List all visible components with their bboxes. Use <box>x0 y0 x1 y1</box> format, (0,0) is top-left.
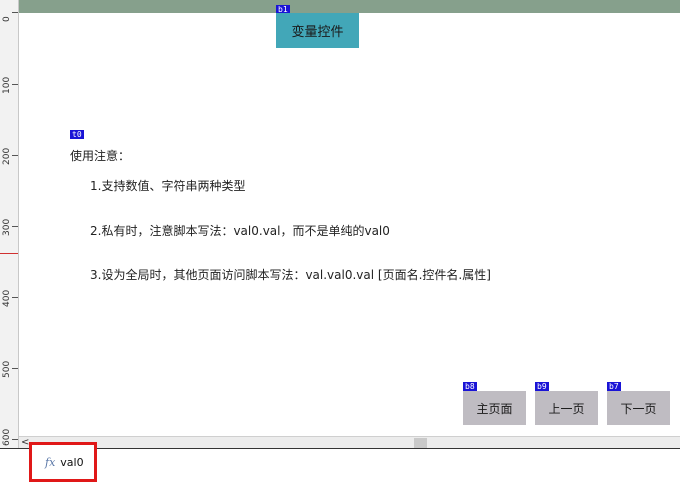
canvas-top-bar <box>19 0 680 13</box>
next-page-button[interactable]: 下一页 <box>607 391 670 425</box>
ruler-tick <box>12 439 18 440</box>
component-id-tag-t0: t0 <box>70 130 84 139</box>
ruler-label-300: 300 <box>2 218 12 236</box>
fx-icon: fx <box>45 455 56 469</box>
scrollbar-thumb[interactable] <box>414 438 427 448</box>
object-bar <box>0 448 680 483</box>
note-line-3[interactable]: 3.设为全局时，其他页面访问脚本写法：val.val0.val [页面名.控件名… <box>90 266 491 283</box>
notes-title[interactable]: 使用注意： <box>70 147 130 164</box>
vertical-ruler: 0 100 200 300 400 500 600 <box>0 0 19 448</box>
ruler-tick <box>12 297 18 298</box>
ruler-tick <box>12 368 18 369</box>
ruler-label-500: 500 <box>2 360 12 378</box>
variable-object-val0[interactable]: fx val0 <box>29 442 97 482</box>
ruler-label-100: 100 <box>2 76 12 94</box>
component-id-tag-b9: b9 <box>535 382 549 391</box>
ruler-position-marker <box>0 253 18 254</box>
ruler-label-0: 0 <box>2 16 12 22</box>
ruler-label-400: 400 <box>2 289 12 307</box>
note-line-2[interactable]: 2.私有时，注意脚本写法：val0.val，而不是单纯的val0 <box>90 222 390 239</box>
previous-page-button[interactable]: 上一页 <box>535 391 598 425</box>
variable-object-label: val0 <box>60 455 84 469</box>
ruler-tick <box>12 12 18 13</box>
ruler-label-600: 600 <box>2 428 12 446</box>
ruler-label-200: 200 <box>2 147 12 165</box>
component-id-tag-b8: b8 <box>463 382 477 391</box>
design-canvas[interactable] <box>19 0 680 436</box>
ruler-tick <box>12 84 18 85</box>
ruler-tick <box>12 155 18 156</box>
ruler-tick <box>12 226 18 227</box>
component-id-tag-b7: b7 <box>607 382 621 391</box>
home-page-button[interactable]: 主页面 <box>463 391 526 425</box>
variable-control-button[interactable]: 变量控件 <box>276 13 359 48</box>
note-line-1[interactable]: 1.支持数值、字符串两种类型 <box>90 177 245 194</box>
